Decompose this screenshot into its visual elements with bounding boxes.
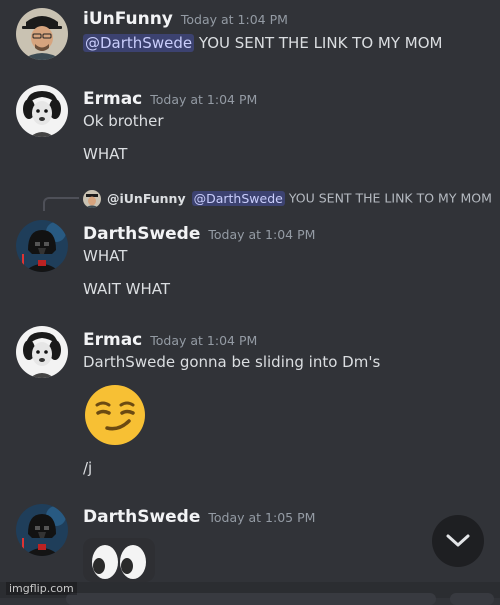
composer-actions[interactable] <box>450 593 494 605</box>
message-header: Ermac Today at 1:04 PM <box>83 330 257 350</box>
message-content: @DarthSwede YOU SENT THE LINK TO MY MOM <box>83 34 443 52</box>
reply-text: YOU SENT THE LINK TO MY MOM <box>284 190 492 206</box>
message-text: WHAT <box>83 247 128 265</box>
message-text: DarthSwede gonna be sliding into Dm's <box>83 353 381 371</box>
username[interactable]: DarthSwede <box>83 507 200 527</box>
message-header: DarthSwede Today at 1:05 PM <box>83 507 315 527</box>
message-header: iUnFunny Today at 1:04 PM <box>83 9 288 29</box>
username[interactable]: Ermac <box>83 89 142 109</box>
reply-connector <box>43 197 79 211</box>
user-mention[interactable]: @DarthSwede <box>191 190 285 206</box>
timestamp: Today at 1:04 PM <box>150 333 258 348</box>
username[interactable]: Ermac <box>83 330 142 350</box>
avatar[interactable] <box>16 326 68 378</box>
watermark: imgflip.com <box>6 582 77 595</box>
reply-preview[interactable]: @iUnFunny @DarthSwede YOU SENT THE LINK T… <box>83 190 492 208</box>
message-header: DarthSwede Today at 1:04 PM <box>83 224 315 244</box>
avatar[interactable] <box>16 220 68 272</box>
avatar[interactable] <box>16 504 68 556</box>
chevron-down-icon <box>446 534 470 547</box>
timestamp: Today at 1:04 PM <box>208 227 316 242</box>
message-text: WAIT WHAT <box>83 280 170 298</box>
timestamp: Today at 1:05 PM <box>208 510 316 525</box>
reply-avatar <box>83 190 101 208</box>
avatar[interactable] <box>16 8 68 60</box>
username[interactable]: iUnFunny <box>83 9 173 29</box>
user-mention[interactable]: @DarthSwede <box>83 34 195 52</box>
message-text: WHAT <box>83 145 128 163</box>
message-text: /j <box>83 459 93 477</box>
eyes-icon[interactable] <box>83 538 155 586</box>
message-input[interactable] <box>66 593 436 605</box>
jump-to-bottom-button[interactable] <box>432 515 484 567</box>
reply-author[interactable]: @iUnFunny <box>107 191 186 206</box>
smirking-face-icon[interactable] <box>83 383 147 451</box>
message-text: Ok brother <box>83 112 164 130</box>
message-text: YOU SENT THE LINK TO MY MOM <box>194 34 443 52</box>
message-header: Ermac Today at 1:04 PM <box>83 89 257 109</box>
timestamp: Today at 1:04 PM <box>150 92 258 107</box>
timestamp: Today at 1:04 PM <box>180 12 288 27</box>
avatar[interactable] <box>16 85 68 137</box>
username[interactable]: DarthSwede <box>83 224 200 244</box>
